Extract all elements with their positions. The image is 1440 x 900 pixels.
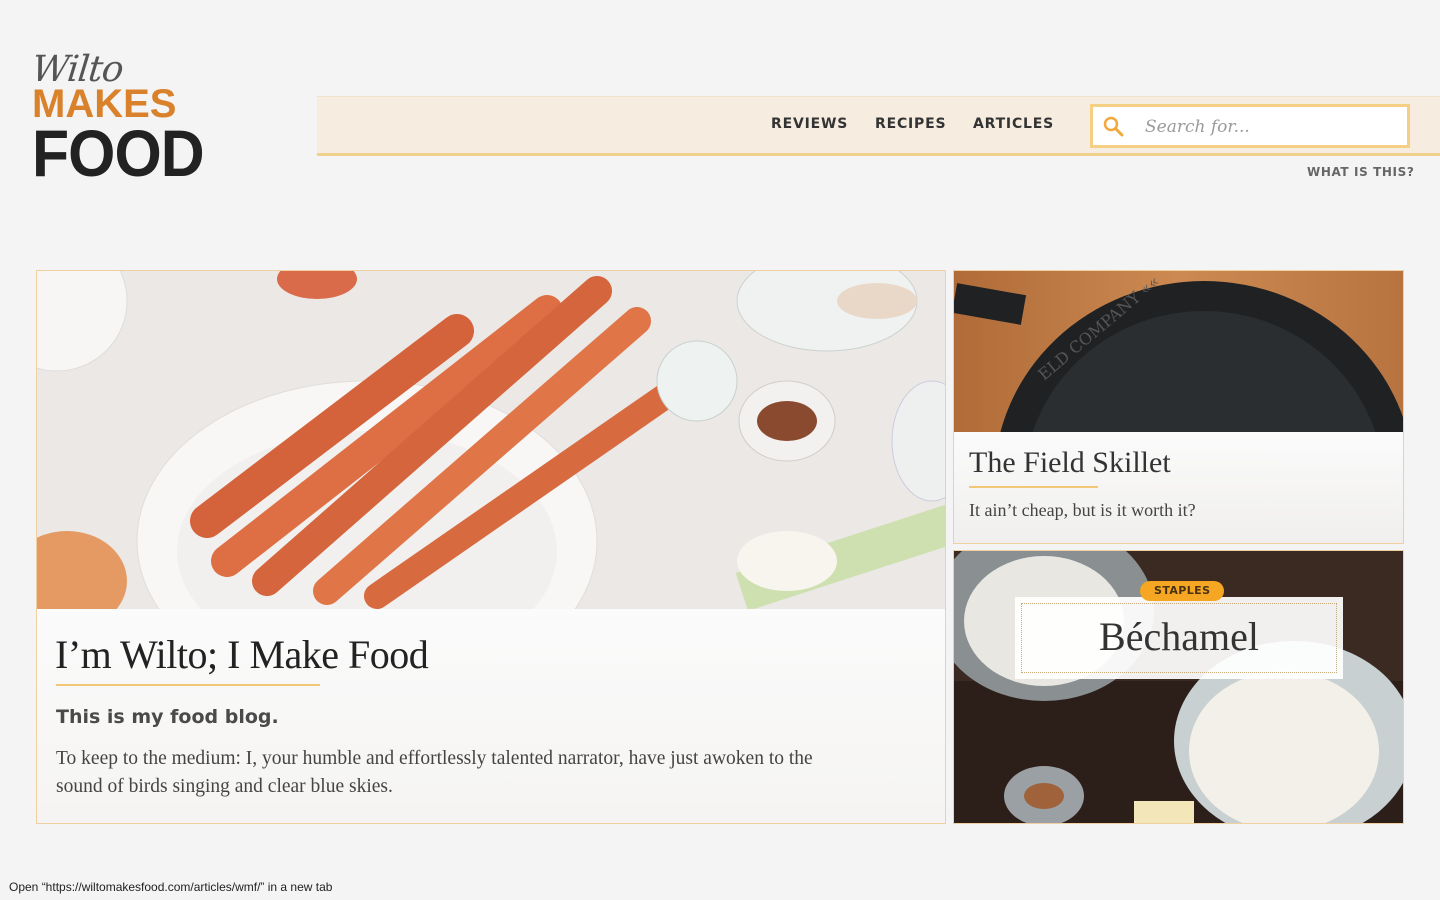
title-underline xyxy=(56,684,320,686)
skillet-article-text: The Field Skillet It ain’t cheap, but is… xyxy=(954,432,1403,543)
nav-item-articles[interactable]: ARTICLES xyxy=(973,116,1054,132)
nav-item-recipes[interactable]: RECIPES xyxy=(875,116,946,132)
skillet-photo: ELD COMPANY «« xyxy=(954,271,1403,543)
carrots-photo xyxy=(37,271,945,702)
skillet-article-subtitle: It ain’t cheap, but is it worth it? xyxy=(969,500,1196,520)
what-is-this-link[interactable]: WHAT IS THIS? xyxy=(1307,165,1414,179)
logo-script-text: Wilto xyxy=(29,49,125,90)
featured-article-card[interactable]: I’m Wilto; I Make Food This is my food b… xyxy=(36,270,946,824)
search-box[interactable] xyxy=(1090,104,1410,148)
featured-article-title[interactable]: I’m Wilto; I Make Food xyxy=(55,631,429,678)
bechamel-title-box: Béchamel xyxy=(1015,597,1343,679)
skillet-article-card[interactable]: ELD COMPANY «« The Field Skillet It ain’… xyxy=(953,270,1404,544)
nav-item-reviews[interactable]: REVIEWS xyxy=(771,116,848,132)
category-badge-staples[interactable]: STAPLES xyxy=(1140,581,1225,601)
featured-article-text: I’m Wilto; I Make Food This is my food b… xyxy=(37,609,945,823)
bechamel-title[interactable]: Béchamel xyxy=(1015,613,1343,660)
bechamel-recipe-card[interactable]: Béchamel STAPLES xyxy=(953,550,1404,824)
site-logo[interactable]: Wilto MAKES FOOD xyxy=(29,49,205,190)
skillet-article-title[interactable]: The Field Skillet xyxy=(969,446,1171,480)
title-underline xyxy=(969,486,1098,488)
main-nav-bar: REVIEWS RECIPES ARTICLES xyxy=(317,96,1440,156)
browser-status-bar: Open “https://wiltomakesfood.com/article… xyxy=(0,876,342,900)
featured-article-subtitle: This is my food blog. xyxy=(56,706,279,728)
search-icon[interactable] xyxy=(1103,116,1125,138)
featured-article-excerpt: To keep to the medium: I, your humble an… xyxy=(56,748,813,797)
logo-food-text: FOOD xyxy=(32,116,205,190)
search-input[interactable] xyxy=(1143,107,1397,147)
